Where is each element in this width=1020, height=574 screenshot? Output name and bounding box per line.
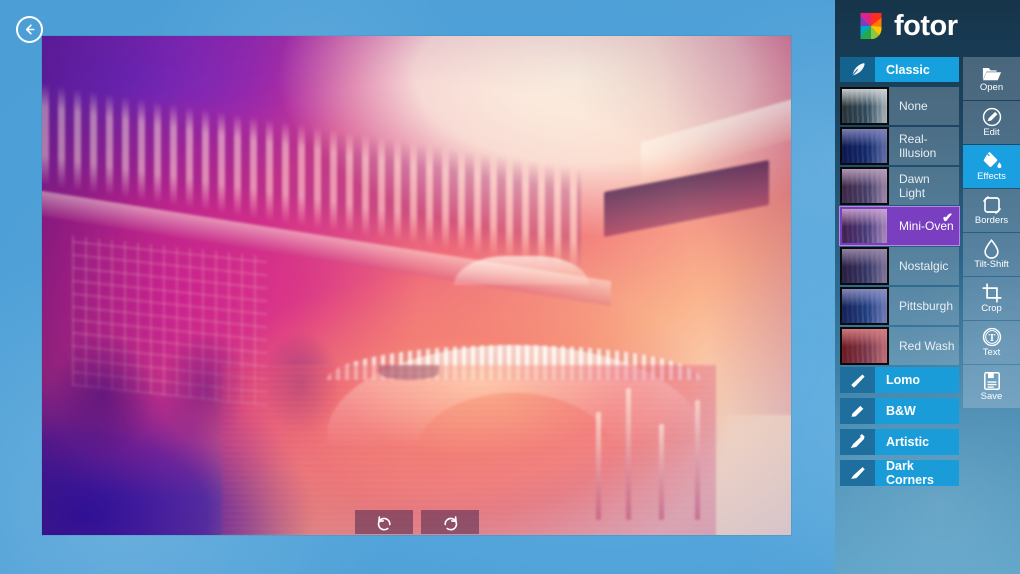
brand-header: fotor [835,0,1020,52]
filter-row-real-illusion[interactable]: Real-Illusion [840,127,959,165]
filter-label-mini-oven: Mini-Oven ✔ [889,207,959,245]
effects-list: Classic None Real-Illusion Dawn Light Mi… [839,57,960,491]
filter-thumbnail [840,207,889,245]
filter-tint-none [842,89,887,123]
tool-borders-label: Borders [974,215,1009,227]
filter-thumbnail [840,287,889,325]
filter-row-none[interactable]: None [840,87,959,125]
crop-icon [981,283,1002,303]
effects-category-dark-corners-label: Dark Corners [875,459,959,487]
filter-tint-mini-oven [842,209,887,243]
filter-tint-pittsburgh [842,289,887,323]
filter-selected-checkmark: ✔ [942,210,953,225]
filter-row-dawn-light[interactable]: Dawn Light [840,167,959,205]
photo-canvas[interactable] [42,36,791,535]
feather-brush-icon [840,57,875,82]
tool-open[interactable]: Open [963,57,1020,100]
paintbrush-icon [840,429,875,455]
tool-text[interactable]: T Text [963,321,1020,364]
effects-category-lomo-label: Lomo [875,367,959,393]
filter-label-dawn-light: Dawn Light [889,167,959,205]
filter-thumbnail [840,127,889,165]
filter-row-mini-oven[interactable]: Mini-Oven ✔ [839,206,960,246]
effects-category-dark-corners[interactable]: Dark Corners [840,459,959,487]
effects-category-bw-label: B&W [875,398,959,424]
tool-effects[interactable]: Effects [963,145,1020,188]
effects-category-lomo[interactable]: Lomo [840,367,959,393]
effects-category-classic[interactable]: Classic [840,57,959,82]
tool-effects-label: Effects [977,171,1006,183]
filter-thumbnail [840,327,889,365]
effects-category-classic-label: Classic [875,57,959,82]
filter-tint-real-illusion [842,129,887,163]
folder-icon [982,67,1001,80]
tool-strip: Open Edit Effects Borders Tilt-Shift Cro… [963,57,1020,409]
fotor-logo-icon [860,12,882,40]
frame-icon [982,196,1001,215]
tool-text-label: Text [982,347,1001,359]
svg-text:T: T [988,333,995,344]
filter-tint-nostalgic [842,249,887,283]
history-toolbar [355,510,479,534]
filter-tint-dawn-light [842,169,887,203]
filter-label-real-illusion: Real-Illusion [889,127,959,165]
pencil-circle-icon [982,108,1001,127]
droplet-icon [984,239,999,260]
filter-tint-red-wash [842,329,887,363]
tool-edit[interactable]: Edit [963,101,1020,144]
tool-open-label: Open [979,81,1004,93]
filter-label-pittsburgh: Pittsburgh [889,287,959,325]
effects-category-artistic[interactable]: Artistic [840,429,959,455]
filter-row-pittsburgh[interactable]: Pittsburgh [840,287,959,325]
undo-button[interactable] [355,510,413,534]
filter-label-red-wash: Red Wash [889,327,959,365]
tool-borders[interactable]: Borders [963,189,1020,232]
brush-icon [840,460,875,486]
tool-crop[interactable]: Crop [963,277,1020,320]
photo-vignette [42,36,791,535]
back-button[interactable] [16,16,43,43]
tool-crop-label: Crop [981,303,1002,315]
tool-save-label: Save [980,391,1003,403]
paint-bucket-icon [983,152,1002,169]
filter-thumbnail [840,247,889,285]
tool-edit-label: Edit [983,127,1000,139]
effects-category-artistic-label: Artistic [875,429,959,455]
floppy-disk-icon [983,372,1000,391]
redo-button[interactable] [421,510,479,534]
undo-icon [377,515,391,531]
filter-thumbnail [840,87,889,125]
back-arrow-icon [25,24,35,35]
fotor-application-window: fotor Open Edit Effects Borders Tilt-Shi… [0,0,1020,574]
tool-save[interactable]: Save [963,365,1020,408]
effects-category-bw[interactable]: B&W [840,398,959,424]
text-circle-icon: T [982,328,1001,347]
filter-row-nostalgic[interactable]: Nostalgic [840,247,959,285]
redo-icon [443,515,457,531]
pencil-icon [840,398,875,424]
filter-thumbnail [840,167,889,205]
brand-name: fotor [894,9,958,42]
flat-brush-icon [840,367,875,393]
filter-row-red-wash[interactable]: Red Wash [840,327,959,365]
filter-label-nostalgic: Nostalgic [889,247,959,285]
tool-tilt-shift-label: Tilt-Shift [974,259,1009,271]
filter-label-none: None [889,87,959,125]
tool-tilt-shift[interactable]: Tilt-Shift [963,233,1020,276]
